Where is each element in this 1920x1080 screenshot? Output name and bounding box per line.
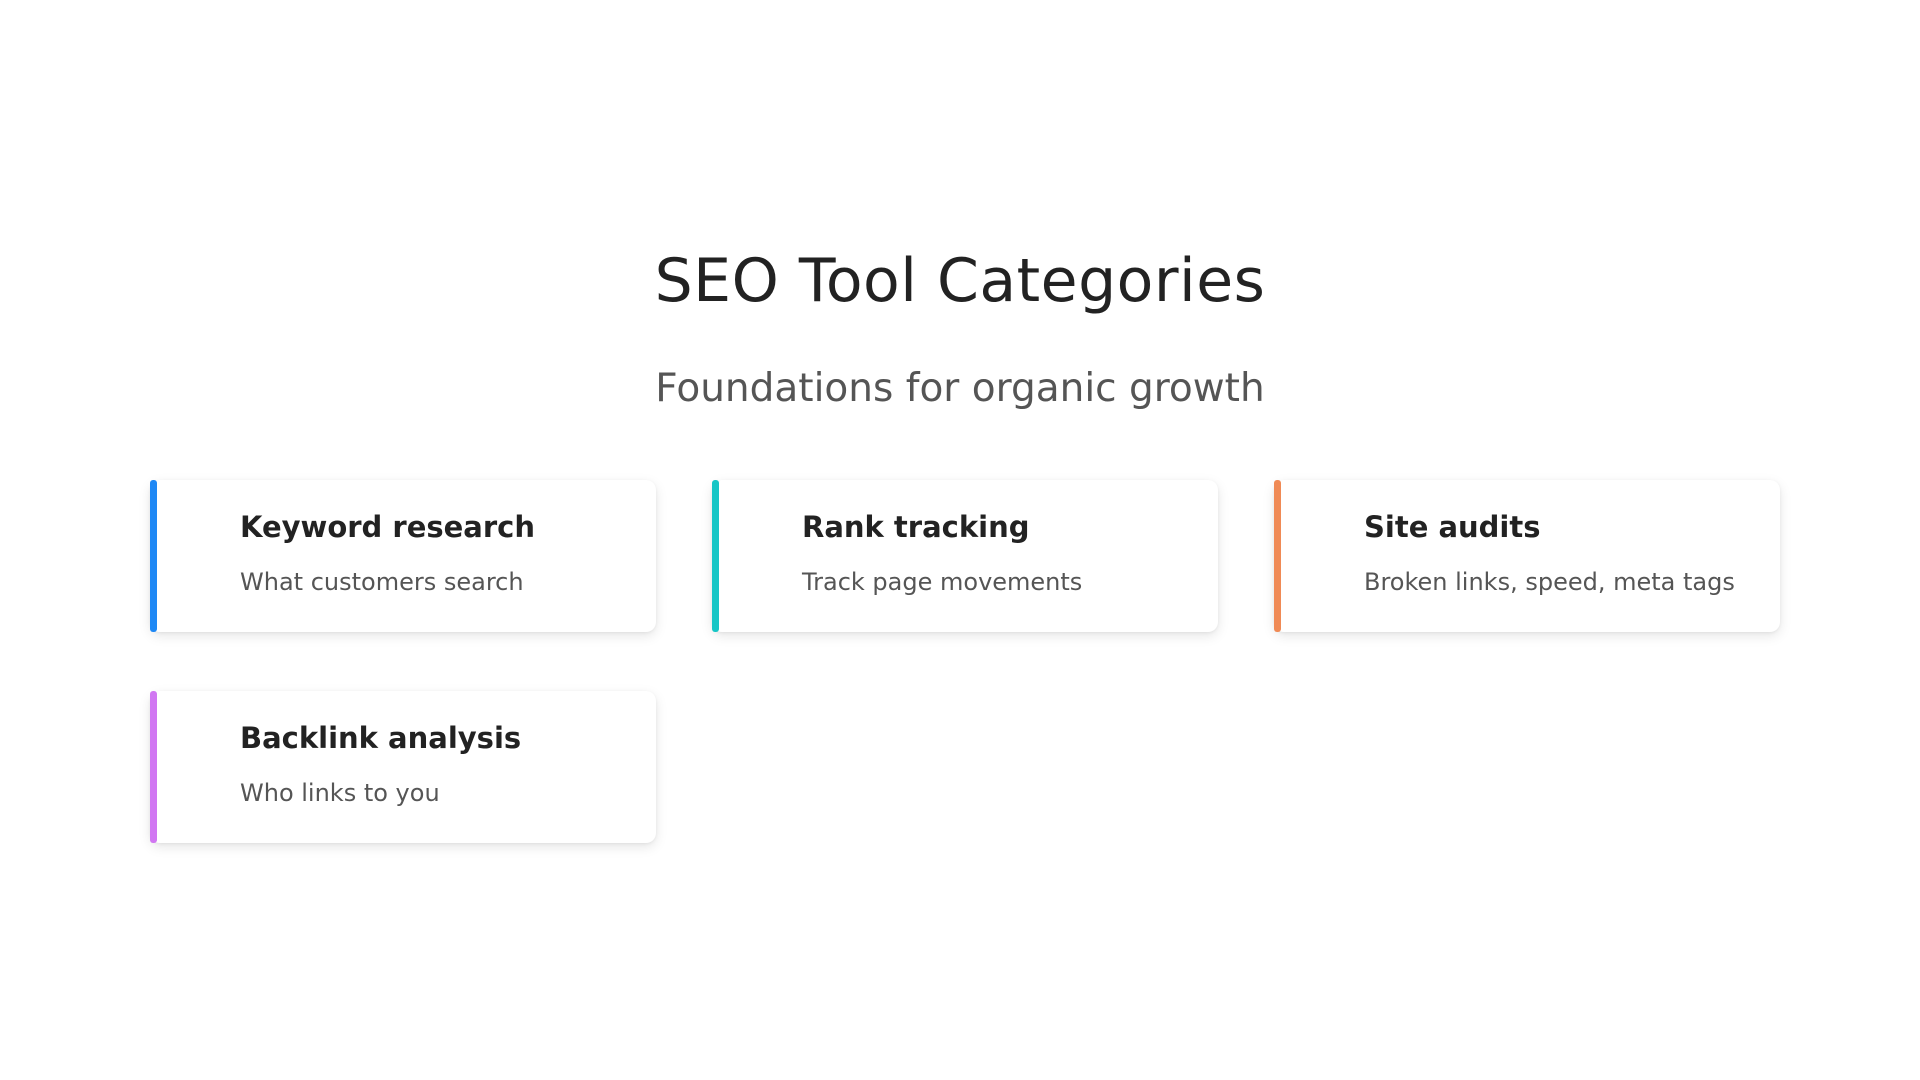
- page-subtitle: Foundations for organic growth: [655, 366, 1265, 411]
- card-title: Rank tracking: [802, 510, 1030, 544]
- slide: SEO Tool Categories Foundations for orga…: [0, 0, 1920, 1080]
- category-card-rank-tracking: Rank tracking Track page movements: [712, 480, 1218, 632]
- card-accent-bar: [1274, 480, 1281, 632]
- category-card-keyword-research: Keyword research What customers search: [150, 480, 656, 632]
- card-description: What customers search: [240, 568, 524, 596]
- card-description: Who links to you: [240, 779, 440, 807]
- card-accent-bar: [712, 480, 719, 632]
- card-title: Backlink analysis: [240, 721, 522, 755]
- card-title: Site audits: [1364, 510, 1541, 544]
- page-title: SEO Tool Categories: [654, 246, 1266, 316]
- category-card-backlink-analysis: Backlink analysis Who links to you: [150, 691, 656, 843]
- card-description: Broken links, speed, meta tags: [1364, 568, 1735, 596]
- card-title: Keyword research: [240, 510, 536, 544]
- card-accent-bar: [150, 480, 157, 632]
- card-description: Track page movements: [802, 568, 1083, 596]
- card-accent-bar: [150, 691, 157, 843]
- category-card-site-audits: Site audits Broken links, speed, meta ta…: [1274, 480, 1780, 632]
